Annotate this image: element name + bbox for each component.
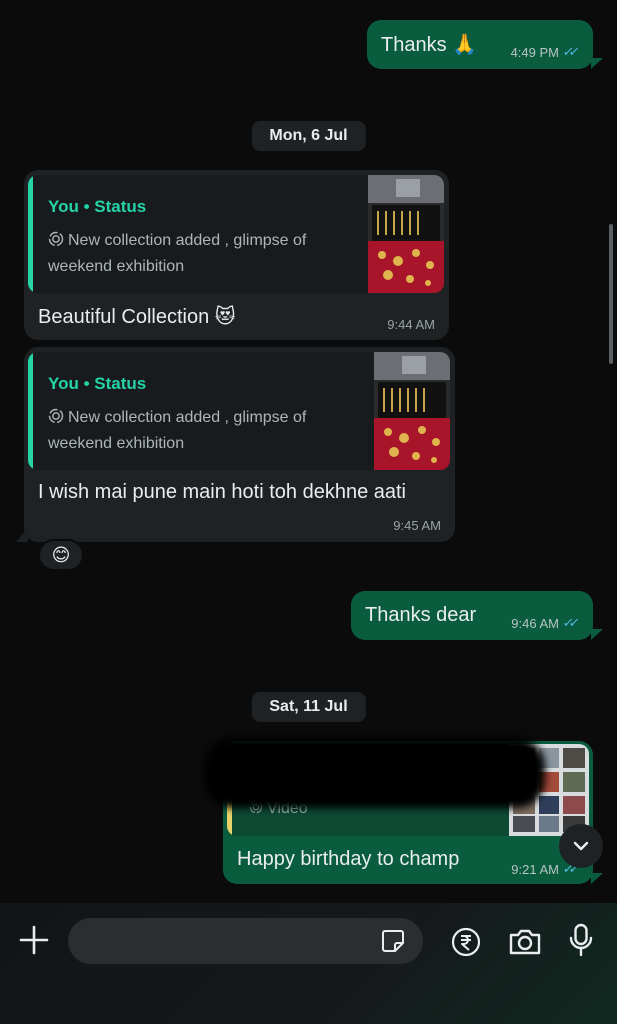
camera-icon: [509, 929, 541, 955]
quote-bar: [28, 175, 33, 293]
status-thumbnail: [374, 352, 450, 470]
message-time: 4:49 PM: [510, 44, 559, 60]
outgoing-message[interactable]: Thanks 🙏 4:49 PM ✓✓: [367, 20, 593, 69]
message-input-container[interactable]: [68, 918, 423, 964]
voice-message-button[interactable]: [566, 921, 596, 959]
quote-text: New collection added , glimpse of: [48, 408, 306, 427]
message-time: 9:21 AM: [511, 861, 559, 877]
bubble-tail: [591, 873, 603, 884]
quote-line-1: New collection added , glimpse of: [68, 232, 307, 249]
message-time: 9:44 AM: [387, 317, 435, 332]
message-input[interactable]: [88, 918, 368, 964]
message-text: Happy birthday to champ: [237, 848, 460, 870]
message-meta: 9:46 AM ✓✓: [511, 615, 579, 631]
quote-line-2: weekend exhibition: [48, 258, 185, 275]
message-time: 9:45 AM: [393, 518, 441, 533]
message-text: Thanks dear: [365, 604, 477, 626]
quote-bar: [28, 352, 33, 470]
bubble-tail: [591, 58, 603, 69]
bubble-tail: [591, 629, 603, 640]
message-meta: 4:49 PM ✓✓: [511, 44, 579, 60]
status-thumbnail: [368, 175, 444, 293]
quote-line-1: New collection added , glimpse of: [68, 409, 307, 426]
reaction-emoji: 😊: [51, 544, 71, 565]
incoming-reply-message[interactable]: You • Status New collection added , glim…: [24, 170, 449, 340]
message-text: Thanks 🙏: [381, 34, 478, 56]
redaction-overlay: [205, 738, 545, 808]
scrollbar[interactable]: [609, 224, 613, 364]
quoted-status[interactable]: You • Status New collection added , glim…: [28, 352, 450, 470]
bubble-tail: [16, 528, 28, 542]
status-icon: [48, 231, 64, 247]
plus-icon: [19, 925, 49, 955]
date-separator: Sat, 11 Jul: [251, 692, 366, 722]
read-receipt-icon: ✓✓: [561, 615, 577, 630]
message-time: 9:46 AM: [511, 615, 559, 631]
microphone-icon: [569, 923, 593, 957]
rupee-icon: [451, 927, 481, 957]
outgoing-message[interactable]: Thanks dear 9:46 AM ✓✓: [351, 591, 593, 640]
quote-text: New collection added , glimpse of: [48, 231, 306, 250]
sticker-icon: [382, 930, 404, 952]
sticker-button[interactable]: [379, 927, 407, 955]
message-text: Beautiful Collection 😻: [38, 306, 236, 328]
chat-area[interactable]: Thanks 🙏 4:49 PM ✓✓ Mon, 6 Jul You • Sta…: [0, 0, 617, 903]
quoted-status[interactable]: You • Status New collection added , glim…: [28, 175, 444, 293]
read-receipt-icon: ✓✓: [561, 44, 577, 59]
scroll-to-bottom-button[interactable]: [559, 824, 603, 868]
reaction-badge[interactable]: 😊: [38, 539, 84, 571]
attach-button[interactable]: [16, 922, 52, 958]
quote-title: You • Status: [48, 374, 147, 393]
quote-title: You • Status: [48, 197, 147, 216]
incoming-reply-message[interactable]: You • Status New collection added , glim…: [24, 347, 455, 542]
quote-line-2: weekend exhibition: [48, 435, 185, 452]
status-icon: [48, 408, 64, 424]
payment-button[interactable]: [449, 925, 483, 959]
chevron-down-icon: [573, 841, 589, 851]
date-separator: Mon, 6 Jul: [251, 121, 366, 151]
message-text: I wish mai pune main hoti toh dekhne aat…: [38, 481, 406, 503]
camera-button[interactable]: [506, 924, 544, 960]
